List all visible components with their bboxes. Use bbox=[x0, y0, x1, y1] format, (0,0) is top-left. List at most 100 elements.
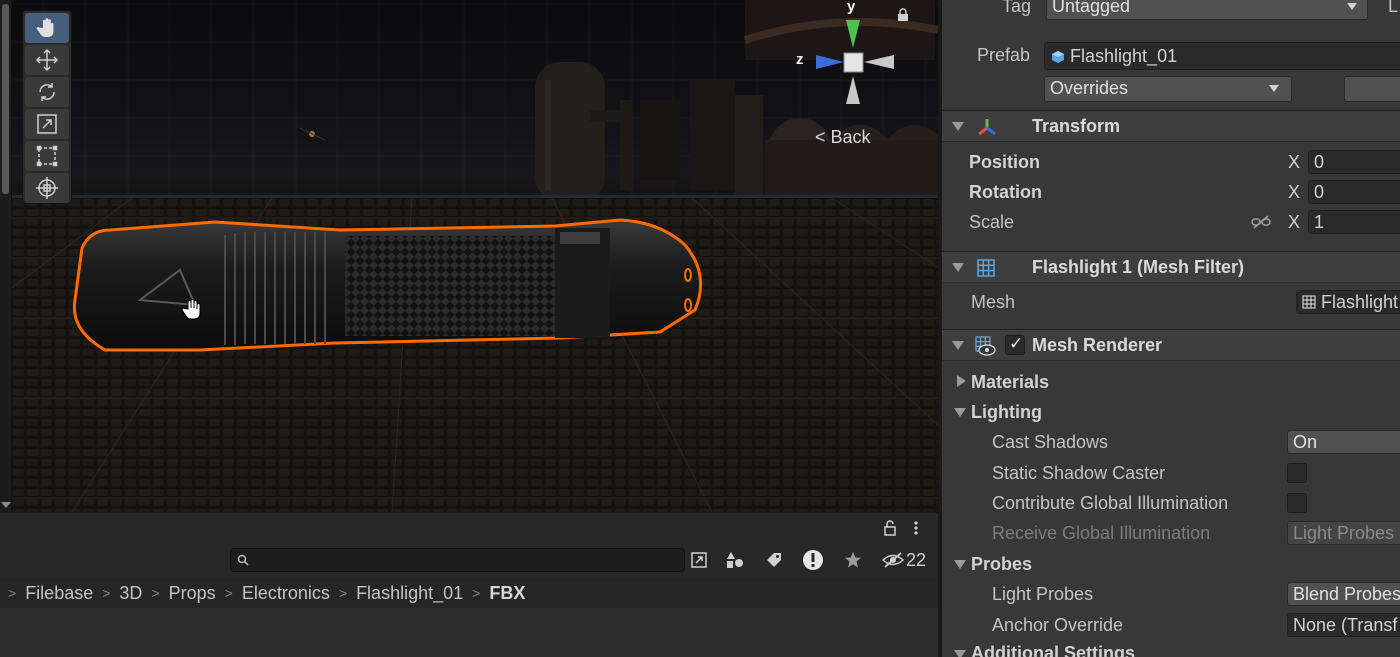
transform-tool-button[interactable] bbox=[25, 173, 69, 203]
scale-x-input[interactable]: 1 bbox=[1308, 210, 1400, 234]
hidden-packages-button[interactable] bbox=[880, 548, 906, 572]
scene-vertical-scrollbar[interactable] bbox=[0, 0, 12, 512]
scene-view[interactable]: y z < Back bbox=[0, 0, 938, 512]
lock-icon[interactable] bbox=[896, 8, 910, 22]
panel-menu-icon[interactable] bbox=[912, 520, 920, 536]
breadcrumb-item[interactable]: Filebase bbox=[25, 583, 93, 604]
project-search-row: 22 bbox=[0, 542, 938, 578]
anchor-override-field[interactable]: None (Transf bbox=[1287, 613, 1400, 637]
star-icon bbox=[845, 552, 861, 568]
cast-shadows-value: On bbox=[1293, 432, 1318, 452]
breadcrumb-separator: > bbox=[338, 585, 348, 601]
mesh-filter-title: Flashlight 1 (Mesh Filter) bbox=[1032, 257, 1245, 277]
mesh-renderer-icon bbox=[975, 336, 996, 356]
gizmo-y-label: y bbox=[847, 0, 856, 15]
breadcrumb-separator: > bbox=[472, 585, 481, 601]
anchor-override-label: Anchor Override bbox=[992, 615, 1124, 635]
static-shadow-caster-checkbox[interactable] bbox=[1287, 463, 1307, 483]
tag-label: Tag bbox=[1002, 0, 1032, 16]
breadcrumb-item[interactable]: Flashlight_01 bbox=[356, 583, 463, 604]
search-icon bbox=[237, 554, 249, 566]
lighting-foldout-icon[interactable] bbox=[954, 408, 966, 417]
scrollbar-thumb[interactable] bbox=[2, 4, 9, 194]
chevron-down-icon bbox=[1347, 3, 1357, 10]
move-tool-button[interactable] bbox=[25, 45, 69, 75]
search-by-type-button[interactable] bbox=[686, 548, 712, 572]
additional-settings-foldout-icon[interactable] bbox=[954, 650, 966, 657]
tag-dropdown[interactable]: Untagged bbox=[1046, 0, 1368, 20]
inspector-panel: Tag Untagged L Prefab Flashlight_01 Over… bbox=[938, 0, 1400, 657]
cast-shadows-label: Cast Shadows bbox=[992, 432, 1109, 452]
receive-gi-value: Light Probes bbox=[1293, 523, 1395, 543]
breadcrumb-item[interactable]: Props bbox=[169, 583, 216, 604]
scroll-down-arrow-icon[interactable] bbox=[1, 502, 11, 508]
mesh-renderer-enabled-checkbox[interactable] bbox=[1005, 334, 1025, 355]
transform-title: Transform bbox=[1032, 116, 1121, 136]
hand-icon bbox=[36, 18, 54, 37]
position-x-label: X bbox=[1288, 152, 1301, 172]
prefab-cube-icon bbox=[1052, 51, 1064, 63]
rect-tool-button[interactable] bbox=[25, 141, 69, 171]
filter-errors-button[interactable] bbox=[800, 548, 826, 572]
tag-value: Untagged bbox=[1052, 0, 1131, 16]
overrides-dropdown[interactable]: Overrides bbox=[1044, 76, 1292, 102]
static-shadow-caster-label: Static Shadow Caster bbox=[992, 463, 1166, 483]
rotation-x-input[interactable]: 0 bbox=[1308, 180, 1400, 204]
light-probes-dropdown[interactable]: Blend Probes bbox=[1287, 582, 1400, 606]
breadcrumb-item[interactable]: 3D bbox=[119, 583, 142, 604]
layer-label: L bbox=[1388, 0, 1399, 16]
favorites-button[interactable] bbox=[840, 548, 866, 572]
foldout-arrow-icon[interactable] bbox=[952, 341, 964, 350]
breadcrumb-item-current[interactable]: FBX bbox=[489, 583, 525, 604]
light-probes-label: Light Probes bbox=[992, 584, 1094, 604]
filter-by-label-button[interactable] bbox=[761, 548, 787, 572]
materials-label[interactable]: Materials bbox=[971, 372, 1049, 393]
prefab-field[interactable]: Flashlight_01 bbox=[1044, 42, 1400, 70]
cast-shadows-dropdown[interactable]: On bbox=[1287, 430, 1400, 454]
scale-tool-button[interactable] bbox=[25, 109, 69, 139]
hidden-packages-count: 22 bbox=[906, 550, 927, 570]
materials-foldout-icon[interactable] bbox=[957, 375, 966, 387]
scale-x-label: X bbox=[1288, 212, 1301, 232]
transform-icon bbox=[36, 177, 58, 199]
rotate-tool-button[interactable] bbox=[25, 77, 69, 107]
open-search-window-icon bbox=[691, 552, 707, 568]
unlinked-chain-icon[interactable] bbox=[1251, 214, 1271, 230]
foldout-arrow-icon[interactable] bbox=[952, 263, 964, 272]
prefab-value: Flashlight_01 bbox=[1070, 46, 1178, 66]
select-prefab-button[interactable] bbox=[1344, 76, 1400, 102]
mesh-renderer-header[interactable]: Mesh Renderer bbox=[942, 329, 1400, 361]
probes-foldout-icon[interactable] bbox=[954, 560, 966, 569]
mesh-renderer-title: Mesh Renderer bbox=[1032, 335, 1163, 355]
additional-settings-label[interactable]: Additional Settings bbox=[971, 643, 1135, 657]
shapes-icon bbox=[727, 552, 743, 568]
mesh-label: Mesh bbox=[971, 292, 1016, 312]
contribute-gi-label: Contribute Global Illumination bbox=[992, 493, 1229, 513]
filter-by-type-button[interactable] bbox=[722, 548, 748, 572]
breadcrumb-item[interactable]: Electronics bbox=[242, 583, 330, 604]
rotation-label: Rotation bbox=[969, 182, 1042, 202]
project-assets-area[interactable] bbox=[0, 608, 938, 657]
chevron-down-icon bbox=[1269, 85, 1279, 92]
mesh-object-field[interactable]: Flashlight bbox=[1296, 290, 1400, 314]
mesh-grid-icon bbox=[977, 259, 995, 277]
move-arrows-icon bbox=[35, 48, 59, 72]
gizmo-view-label[interactable]: < Back bbox=[815, 127, 871, 148]
foldout-arrow-icon[interactable] bbox=[952, 122, 964, 131]
transform-header[interactable]: Transform bbox=[942, 110, 1400, 142]
mesh-value: Flashlight bbox=[1321, 292, 1399, 312]
hand-tool-button[interactable] bbox=[25, 13, 69, 43]
panel-lock-icon[interactable] bbox=[883, 520, 897, 536]
eye-slash-icon bbox=[882, 552, 904, 568]
gizmo-z-label: z bbox=[796, 51, 804, 68]
position-x-input[interactable]: 0 bbox=[1308, 150, 1400, 174]
scale-label: Scale bbox=[969, 212, 1015, 232]
scale-icon bbox=[37, 114, 57, 134]
contribute-gi-checkbox[interactable] bbox=[1287, 493, 1307, 513]
receive-gi-label: Receive Global Illumination bbox=[992, 523, 1211, 543]
project-search-input[interactable] bbox=[230, 548, 685, 572]
lighting-label[interactable]: Lighting bbox=[971, 402, 1042, 423]
mesh-filter-header[interactable]: Flashlight 1 (Mesh Filter) bbox=[942, 251, 1400, 283]
probes-label[interactable]: Probes bbox=[971, 554, 1032, 575]
breadcrumb-separator: > bbox=[151, 585, 160, 601]
